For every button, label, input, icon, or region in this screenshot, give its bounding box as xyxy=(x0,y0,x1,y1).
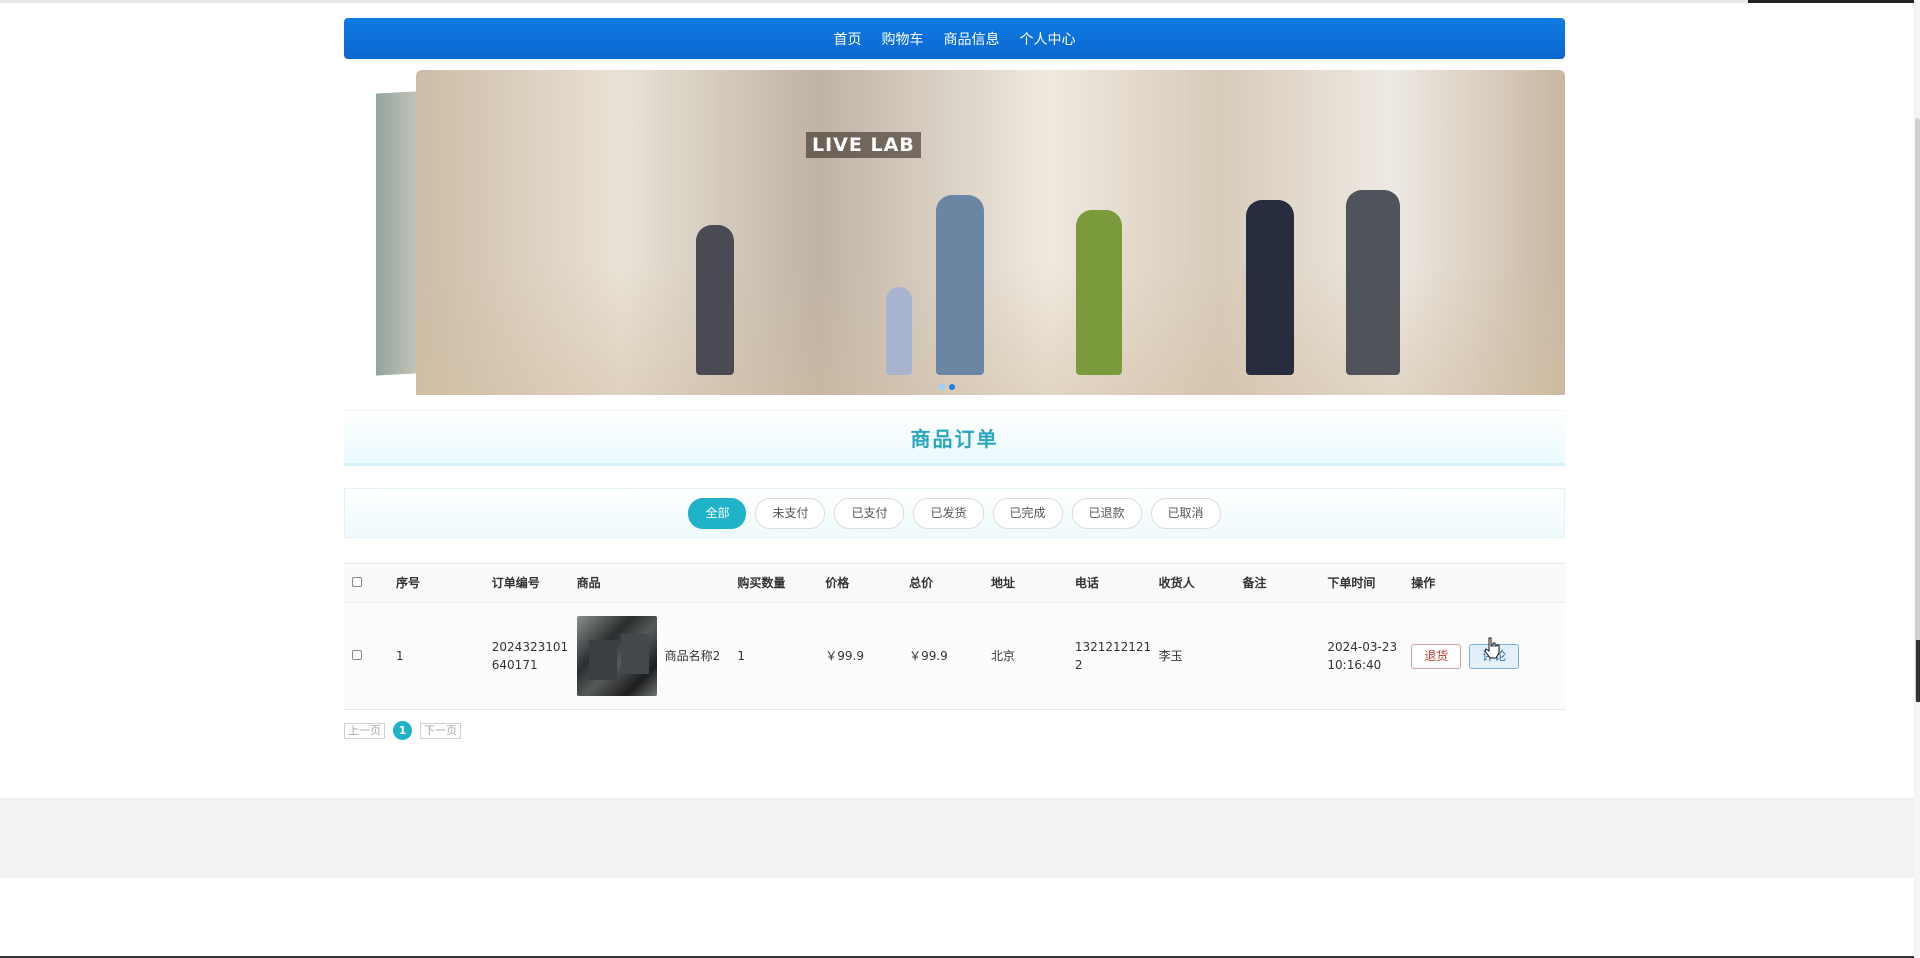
section-header: 商品订单 xyxy=(344,410,1565,466)
cell-price: ￥99.9 xyxy=(825,649,864,663)
product-name: 商品名称2 xyxy=(664,649,721,663)
tab-all[interactable]: 全部 xyxy=(688,497,747,529)
row-select-cell xyxy=(344,647,390,665)
photo-person xyxy=(1076,210,1122,375)
refund-button[interactable]: 退货 xyxy=(1411,643,1462,669)
cell-product: 商品名称2 xyxy=(571,616,732,696)
next-page-button[interactable]: 下一页 xyxy=(420,722,461,739)
cell-address: 北京 xyxy=(990,649,1015,663)
footer xyxy=(0,798,1920,878)
prev-page-button[interactable]: 上一页 xyxy=(344,722,385,739)
cell-phone: 13212121212 xyxy=(1074,640,1152,672)
cell-order-no: 2024323101640171 xyxy=(491,640,569,672)
page-title: 商品订单 xyxy=(910,426,999,451)
tab-paid[interactable]: 已支付 xyxy=(834,497,905,529)
pagination: 上一页 1 下一页 xyxy=(344,721,461,740)
product-thumbnail[interactable] xyxy=(576,616,657,696)
cell-quantity: 1 xyxy=(737,649,746,663)
top-edge xyxy=(0,0,1920,3)
row-checkbox[interactable] xyxy=(352,650,362,660)
shop-sign-text: LIVE LAB xyxy=(806,132,921,158)
photo-person xyxy=(1246,200,1294,375)
nav-item-home[interactable]: 首页 xyxy=(834,29,862,49)
column-header: 订单编号 xyxy=(491,576,540,590)
column-header: 地址 xyxy=(990,576,1015,590)
cell-order-time: 2024-03-23 10:16:40 xyxy=(1327,640,1398,672)
photo-person xyxy=(696,225,734,375)
nav-item-profile[interactable]: 个人中心 xyxy=(1020,29,1076,49)
tab-completed[interactable]: 已完成 xyxy=(992,497,1063,529)
carousel-dot[interactable] xyxy=(939,384,945,390)
column-header: 下单时间 xyxy=(1327,576,1376,590)
column-header: 价格 xyxy=(825,576,850,590)
orders-table: 序号 订单编号 商品 购买数量 价格 总价 地址 电话 收货人 备注 下单时间 … xyxy=(344,563,1565,710)
table-header: 序号 订单编号 商品 购买数量 价格 总价 地址 电话 收货人 备注 下单时间 … xyxy=(344,564,1565,603)
tab-shipped[interactable]: 已发货 xyxy=(913,497,984,529)
select-all-cell xyxy=(344,574,390,592)
nav-item-products[interactable]: 商品信息 xyxy=(944,29,1000,49)
carousel-dot-active[interactable] xyxy=(949,384,955,390)
scrollbar[interactable] xyxy=(1914,0,1920,958)
photo-person xyxy=(936,195,984,375)
nav-item-cart[interactable]: 购物车 xyxy=(882,29,924,49)
scrollbar-marker xyxy=(1916,640,1920,702)
carousel-main-slide[interactable]: LIVE LAB xyxy=(416,70,1565,395)
column-header: 收货人 xyxy=(1158,576,1195,590)
tab-unpaid[interactable]: 未支付 xyxy=(755,497,826,529)
photo-person xyxy=(886,287,912,375)
cell-receiver: 李玉 xyxy=(1158,649,1183,663)
select-all-checkbox[interactable] xyxy=(352,577,362,587)
column-header: 购买数量 xyxy=(737,576,786,590)
carousel-dots xyxy=(939,384,955,390)
column-header: 操作 xyxy=(1411,576,1436,590)
order-status-tabs: 全部 未支付 已支付 已发货 已完成 已退款 已取消 xyxy=(344,488,1565,538)
hand-cursor-icon xyxy=(1484,637,1500,659)
window-edge xyxy=(1748,0,1920,3)
table-row: 1 2024323101640171 商品名称2 1 ￥99.9 ￥99.9 北… xyxy=(344,603,1565,709)
column-header: 总价 xyxy=(909,576,934,590)
main-nav: 首页 购物车 商品信息 个人中心 xyxy=(344,18,1565,59)
column-header: 商品 xyxy=(576,576,601,590)
photo-person xyxy=(1346,190,1400,375)
cell-total: ￥99.9 xyxy=(909,649,948,663)
column-header: 备注 xyxy=(1242,576,1267,590)
cell-index: 1 xyxy=(395,649,404,663)
page-number-current[interactable]: 1 xyxy=(393,721,412,740)
banner-carousel[interactable]: LIVE LAB xyxy=(344,70,1565,398)
tab-cancelled[interactable]: 已取消 xyxy=(1150,497,1221,529)
tab-refunded[interactable]: 已退款 xyxy=(1071,497,1142,529)
scrollbar-thumb[interactable] xyxy=(1915,118,1920,702)
column-header: 序号 xyxy=(395,576,420,590)
column-header: 电话 xyxy=(1074,576,1099,590)
